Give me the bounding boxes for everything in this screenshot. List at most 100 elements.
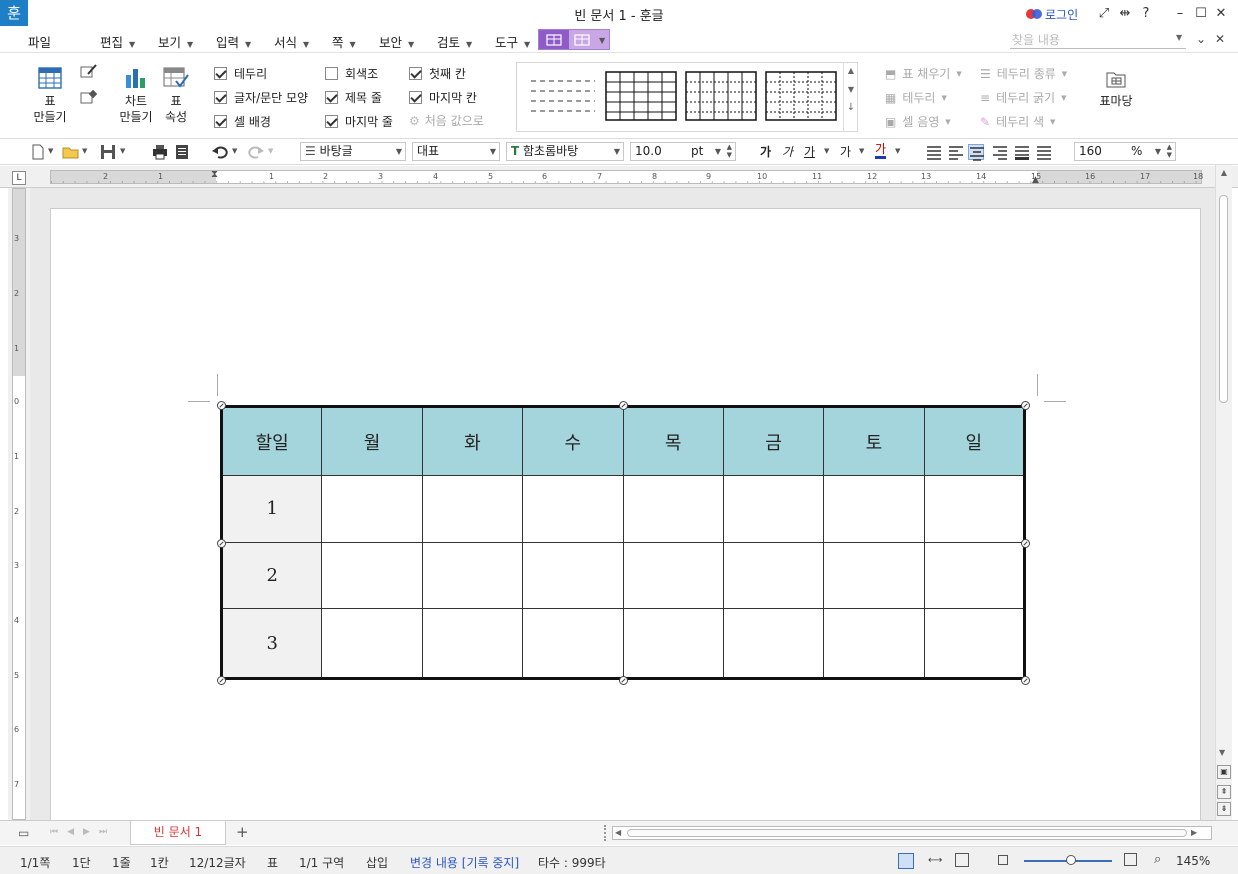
save-icon[interactable] xyxy=(100,144,116,160)
horizontal-scrollbar[interactable]: ◀ ▶ xyxy=(612,826,1212,840)
redo-icon[interactable] xyxy=(248,144,264,160)
print-icon[interactable] xyxy=(152,144,168,160)
tab-type-icon[interactable]: L xyxy=(12,171,26,185)
underline-dropdown-icon[interactable]: ▼ xyxy=(824,147,829,155)
table-cell[interactable] xyxy=(722,541,825,610)
menu-format[interactable]: 서식 ▼ xyxy=(274,32,309,51)
zoom-slider-thumb[interactable] xyxy=(1066,855,1076,865)
border-button[interactable]: ▦ 테두리 ▼ xyxy=(885,89,947,106)
undo-dropdown-icon[interactable]: ▼ xyxy=(232,147,237,155)
style-thumb-dashed[interactable] xyxy=(525,71,597,121)
align-right-icon[interactable] xyxy=(992,144,1008,160)
check-grayscale[interactable]: 회색조 xyxy=(325,65,378,82)
search-expand-icon[interactable]: ⌄ xyxy=(1196,32,1206,46)
table-cell[interactable] xyxy=(522,608,624,679)
vertical-scrollbar[interactable]: ▲ ▼ ▣ ⇞ ⇟ xyxy=(1215,165,1232,820)
border-width-button[interactable]: ≡ 테두리 굵기 ▼ xyxy=(980,89,1066,106)
document-tab[interactable]: 빈 문서 1 xyxy=(130,821,226,845)
table-cell[interactable] xyxy=(823,608,925,679)
search-dropdown-icon[interactable]: ▼ xyxy=(1176,33,1182,42)
scroll-left-icon[interactable]: ◀ xyxy=(615,828,621,837)
preview-icon[interactable] xyxy=(174,144,190,160)
table-cell[interactable] xyxy=(923,541,1026,610)
view-page-icon[interactable] xyxy=(898,853,914,869)
table-cell[interactable] xyxy=(321,541,423,610)
scroll-down-icon[interactable]: ▼ xyxy=(1219,748,1225,757)
underline-button[interactable]: 가 xyxy=(804,143,815,160)
resize-handle-icon[interactable] xyxy=(1021,676,1030,685)
table-cell[interactable] xyxy=(622,608,724,679)
status-insert-mode[interactable]: 삽입 xyxy=(366,854,388,871)
table-cell[interactable] xyxy=(722,608,825,679)
magnifier-icon[interactable]: ⌕ xyxy=(1154,852,1161,867)
align-center-icon[interactable] xyxy=(968,144,984,161)
draw-table-icon[interactable] xyxy=(80,63,98,82)
make-table-button[interactable]: 표 만들기 xyxy=(28,67,72,125)
reset-defaults-button[interactable]: ⚙ 처음 값으로 xyxy=(409,112,484,129)
check-last-row[interactable]: 마지막 줄 xyxy=(325,113,393,130)
fullscreen-icon[interactable]: ⤢ xyxy=(1097,6,1111,21)
indent-marker-icon[interactable]: ⧗ xyxy=(211,169,218,180)
row-number-cell[interactable]: 1 xyxy=(220,475,323,543)
table-madang-button[interactable]: 표마당 xyxy=(1094,69,1138,109)
login-button[interactable]: 로그인 xyxy=(1026,6,1078,23)
header-cell-todo[interactable]: 할일 xyxy=(220,406,323,476)
bold-button[interactable]: 가 xyxy=(760,143,771,160)
menu-view[interactable]: 보기 ▼ xyxy=(158,32,193,51)
scroll-right-icon[interactable]: ▶ xyxy=(1191,828,1197,837)
right-indent-icon[interactable]: ▲ xyxy=(1032,175,1039,185)
paragraph-style-select[interactable]: ☰ 바탕글 ▼ xyxy=(300,142,406,161)
gallery-scroll[interactable]: ▲ ▼ ↓ xyxy=(843,62,858,132)
vertical-ruler[interactable]: 3 2 1 0 1 2 3 4 5 6 7 xyxy=(8,188,30,820)
resize-handle-icon[interactable] xyxy=(619,676,628,685)
header-cell-wed[interactable]: 수 xyxy=(522,406,624,476)
menu-edit[interactable]: 편집 ▼ xyxy=(100,32,135,51)
font-color-button[interactable]: 가 xyxy=(875,142,887,159)
split-view-icon[interactable]: ⇹ xyxy=(1118,6,1132,21)
table-cell[interactable] xyxy=(421,608,524,679)
resize-handle-icon[interactable] xyxy=(1021,401,1030,410)
next-page-icon[interactable]: ⇟ xyxy=(1217,802,1231,816)
check-last-column[interactable]: 마지막 칸 xyxy=(409,89,477,106)
new-document-icon[interactable] xyxy=(30,144,46,160)
menu-insert[interactable]: 입력 ▼ xyxy=(216,32,251,51)
hscroll-thumb[interactable] xyxy=(627,829,1187,837)
align-justify-icon[interactable] xyxy=(926,144,942,160)
table-cell[interactable] xyxy=(923,608,1026,679)
prev-page-icon[interactable]: ⇞ xyxy=(1217,785,1231,799)
scroll-thumb[interactable] xyxy=(1219,195,1228,403)
menu-file[interactable]: 파일 xyxy=(28,32,51,51)
menu-tools[interactable]: 도구 ▼ xyxy=(495,32,530,51)
search-input[interactable]: 찾을 내용 xyxy=(1010,31,1186,49)
zoom-in-icon[interactable] xyxy=(1124,853,1137,866)
table-cell[interactable] xyxy=(823,541,925,610)
cell-shade-button[interactable]: ▣ 셀 음영 ▼ xyxy=(885,113,951,130)
close-ribbon-icon[interactable]: ✕ xyxy=(1215,32,1225,46)
resize-handle-icon[interactable] xyxy=(217,539,226,548)
resize-handle-icon[interactable] xyxy=(1021,539,1030,548)
new-document-dropdown-icon[interactable]: ▼ xyxy=(48,147,53,155)
page-view-icon[interactable]: ▣ xyxy=(1217,765,1231,779)
resize-handle-icon[interactable] xyxy=(217,401,226,410)
gallery-down-icon[interactable]: ▼ xyxy=(844,85,858,94)
tab-nav-icons[interactable]: ⏮◀▶⏭ xyxy=(50,827,116,837)
table-cell[interactable] xyxy=(421,475,524,543)
style-thumb-grid-2[interactable] xyxy=(685,71,757,121)
comment-icon[interactable]: ▭ xyxy=(18,826,29,840)
undo-icon[interactable] xyxy=(212,144,228,160)
minimize-button[interactable]: – xyxy=(1173,6,1187,21)
check-char-para-shape[interactable]: 글자/문단 모양 xyxy=(214,89,308,106)
strike-dropdown-icon[interactable]: ▼ xyxy=(859,147,864,155)
table-cell[interactable] xyxy=(923,475,1026,543)
table-cell[interactable] xyxy=(522,475,624,543)
table-cell[interactable] xyxy=(722,475,825,543)
help-button[interactable]: ? xyxy=(1139,6,1153,21)
menu-review[interactable]: 검토 ▼ xyxy=(437,32,472,51)
border-type-button[interactable]: ☰ 테두리 종류 ▼ xyxy=(980,65,1067,82)
language-select[interactable]: 대표 ▼ xyxy=(412,142,500,161)
maximize-button[interactable]: ☐ xyxy=(1194,6,1208,21)
table-cell[interactable] xyxy=(622,541,724,610)
check-border[interactable]: 테두리 xyxy=(214,65,267,82)
table-cell[interactable] xyxy=(522,541,624,610)
style-thumb-grid-3[interactable] xyxy=(765,71,837,121)
